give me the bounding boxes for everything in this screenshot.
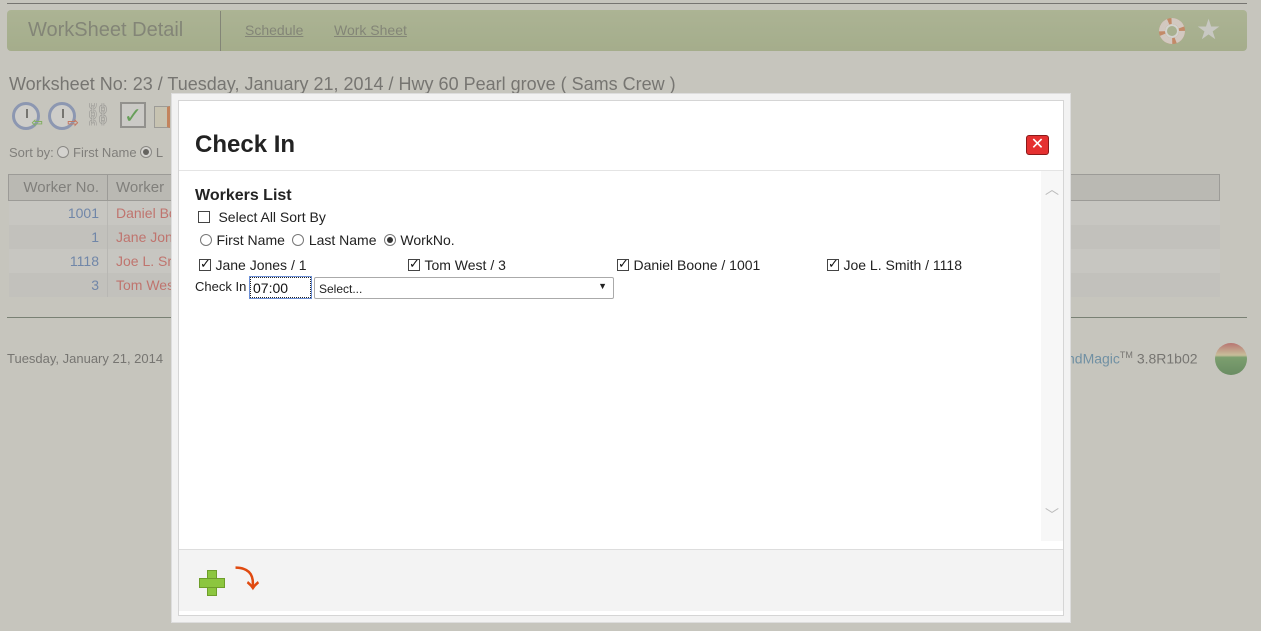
worker-item: Tom West / 3 <box>408 256 506 275</box>
check-in-select[interactable]: Select... ▼ <box>314 277 614 299</box>
worker-checkbox[interactable] <box>408 256 420 272</box>
sort-first-name-radio[interactable] <box>200 234 212 246</box>
worker-checkbox[interactable] <box>617 256 629 272</box>
worker-checkbox[interactable] <box>827 256 839 272</box>
select-all-row: Select All Sort By <box>198 209 326 227</box>
dialog-scrollbar[interactable]: ︿ ﹀ <box>1041 171 1063 541</box>
select-all-checkbox[interactable] <box>198 211 210 223</box>
sort-options-row: First Name Last Name WorkNo. <box>200 232 455 250</box>
scroll-up-icon[interactable]: ︿ <box>1045 179 1059 199</box>
worker-label: Jane Jones / 1 <box>215 257 307 273</box>
close-icon: ✕ <box>1030 136 1045 153</box>
worker-label: Joe L. Smith / 1118 <box>843 257 963 273</box>
worker-item: Daniel Boone / 1001 <box>617 256 761 275</box>
worker-label: Tom West / 3 <box>424 257 506 273</box>
sort-workno-radio[interactable] <box>383 234 396 246</box>
undo-icon[interactable]: ⤵ <box>235 568 259 592</box>
dialog-content: Check In ✕ Workers List Select All Sort … <box>178 100 1064 616</box>
scroll-down-icon[interactable]: ﹀ <box>1045 505 1059 525</box>
worker-item: Joe L. Smith / 1118 <box>827 256 963 275</box>
check-in-time-input[interactable] <box>249 276 312 299</box>
sort-last-name-radio[interactable] <box>292 234 305 246</box>
sort-workno-label: WorkNo. <box>400 232 455 248</box>
select-all-label: Select All Sort By <box>218 209 326 225</box>
add-icon[interactable] <box>199 570 225 596</box>
check-in-dialog: Check In ✕ Workers List Select All Sort … <box>171 93 1071 623</box>
dialog-footer: ⤵ <box>179 549 1063 611</box>
worker-label: Daniel Boone / 1001 <box>633 257 761 273</box>
check-in-label: Check In <box>195 279 247 294</box>
close-button[interactable]: ✕ <box>1026 135 1049 155</box>
sort-first-name-label: First Name <box>216 232 285 248</box>
dialog-body: Workers List Select All Sort By First Na… <box>179 171 1041 541</box>
select-value: Select... <box>319 282 363 296</box>
worker-item: Jane Jones / 1 <box>199 256 307 275</box>
workers-list-title: Workers List <box>195 187 292 204</box>
dialog-title: Check In <box>195 131 296 158</box>
chevron-down-icon: ▼ <box>598 281 607 291</box>
worker-checkbox[interactable] <box>199 256 211 272</box>
sort-last-name-label: Last Name <box>308 232 377 248</box>
